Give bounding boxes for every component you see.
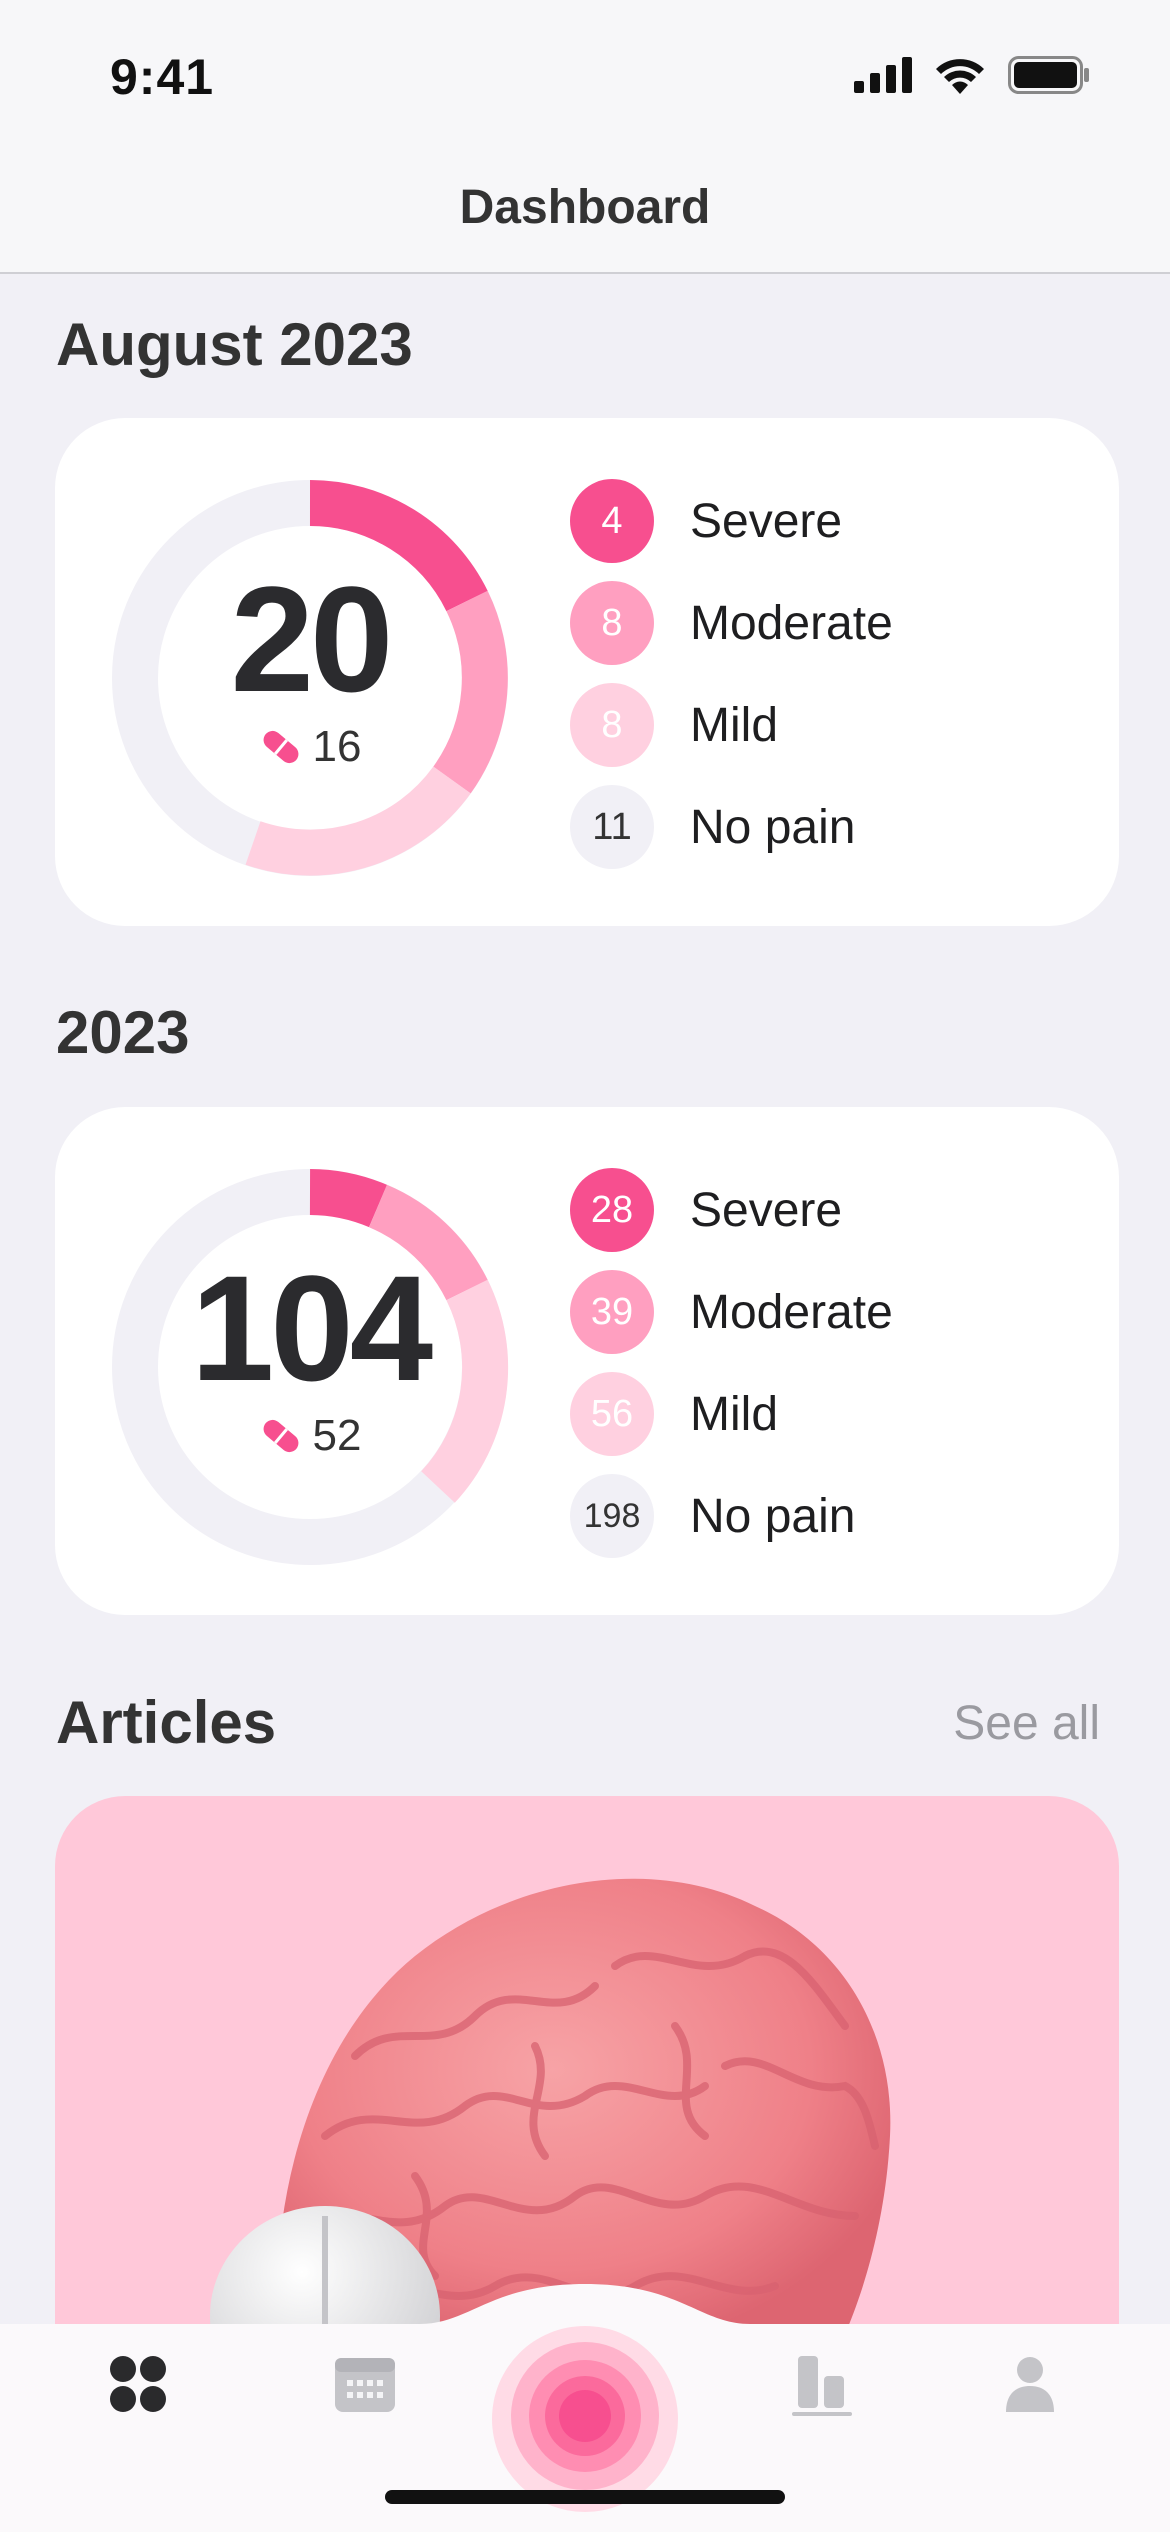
tab-statistics[interactable] bbox=[782, 2344, 862, 2424]
status-icons bbox=[854, 56, 1090, 94]
pill-icon bbox=[263, 730, 298, 764]
legend-label: Mild bbox=[690, 698, 779, 752]
cellular-signal-icon bbox=[854, 57, 912, 93]
articles-section-title: Articles bbox=[56, 1689, 277, 1756]
year-section-title: 2023 bbox=[56, 999, 190, 1066]
moderate-count-badge: 39 bbox=[570, 1270, 654, 1354]
status-time: 9:41 bbox=[110, 49, 215, 105]
legend-row-no-pain: 198 No pain bbox=[570, 1473, 893, 1559]
mild-count-badge: 56 bbox=[570, 1372, 654, 1456]
legend-label: Severe bbox=[690, 1183, 843, 1237]
home-indicator bbox=[385, 2490, 785, 2504]
status-bar: 9:41 bbox=[0, 0, 1170, 150]
year-pill-count: 52 bbox=[312, 1411, 362, 1460]
legend-row-no-pain: 11 No pain bbox=[570, 784, 893, 870]
month-summary-card[interactable]: 20 16 4 Severe 8 Moderate 8 Mild 11 No p… bbox=[55, 418, 1119, 926]
battery-icon bbox=[1008, 56, 1089, 94]
wifi-icon bbox=[936, 59, 984, 94]
legend-row-mild: 8 Mild bbox=[570, 682, 893, 768]
navigation-bar: Dashboard bbox=[0, 150, 1170, 274]
brain-illustration bbox=[210, 1878, 891, 2356]
year-donut-center: 104 52 bbox=[110, 1167, 510, 1567]
legend-label: Moderate bbox=[690, 596, 893, 650]
legend-label: Mild bbox=[690, 1387, 779, 1441]
record-pain-icon bbox=[492, 2326, 678, 2512]
mild-count-badge: 8 bbox=[570, 683, 654, 767]
severe-count-badge: 4 bbox=[570, 479, 654, 563]
no-pain-count-badge: 198 bbox=[570, 1474, 654, 1558]
page-title: Dashboard bbox=[459, 181, 711, 234]
legend-row-severe: 4 Severe bbox=[570, 478, 893, 564]
legend-label: No pain bbox=[690, 800, 856, 854]
month-donut-center: 20 16 bbox=[110, 478, 510, 878]
stats-bar-icon bbox=[792, 2356, 852, 2416]
legend-label: Moderate bbox=[690, 1285, 893, 1339]
no-pain-count-badge: 11 bbox=[570, 785, 654, 869]
calendar-icon bbox=[335, 2358, 395, 2412]
profile-icon bbox=[1006, 2357, 1054, 2412]
record-pain-button[interactable] bbox=[490, 2324, 680, 2514]
severe-count-badge: 28 bbox=[570, 1168, 654, 1252]
legend-row-moderate: 8 Moderate bbox=[570, 580, 893, 666]
year-legend: 28 Severe 39 Moderate 56 Mild 198 No pai… bbox=[570, 1167, 893, 1559]
month-pill-count: 16 bbox=[312, 722, 362, 771]
tab-calendar[interactable] bbox=[325, 2344, 405, 2424]
month-legend: 4 Severe 8 Moderate 8 Mild 11 No pain bbox=[570, 478, 893, 870]
legend-row-severe: 28 Severe bbox=[570, 1167, 893, 1253]
month-pill-count-row: 16 bbox=[259, 722, 362, 772]
pill-icon bbox=[263, 1419, 298, 1453]
article-card[interactable] bbox=[55, 1796, 1119, 2356]
year-total-count: 104 bbox=[190, 1244, 433, 1412]
tab-dashboard[interactable] bbox=[98, 2344, 178, 2424]
year-pill-count-row: 52 bbox=[259, 1411, 362, 1461]
tab-profile[interactable] bbox=[990, 2344, 1070, 2424]
month-total-count: 20 bbox=[230, 555, 394, 723]
legend-label: No pain bbox=[690, 1489, 856, 1543]
see-all-articles-link[interactable]: See all bbox=[953, 1696, 1100, 1751]
dashboard-grid-icon bbox=[110, 2356, 166, 2412]
legend-row-mild: 56 Mild bbox=[570, 1371, 893, 1457]
legend-row-moderate: 39 Moderate bbox=[570, 1269, 893, 1355]
legend-label: Severe bbox=[690, 494, 843, 548]
month-section-title: August 2023 bbox=[56, 311, 413, 378]
moderate-count-badge: 8 bbox=[570, 581, 654, 665]
year-summary-card[interactable]: 104 52 28 Severe 39 Moderate 56 Mild 198 bbox=[55, 1107, 1119, 1615]
